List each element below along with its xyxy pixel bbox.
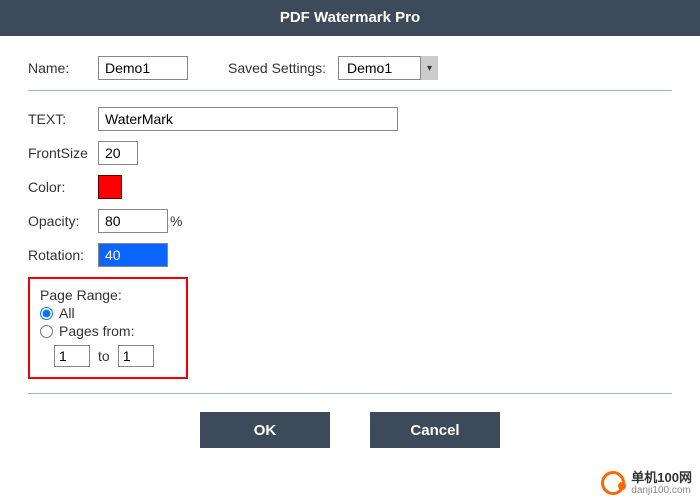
title-bar: PDF Watermark Pro	[0, 0, 700, 36]
rotation-input[interactable]	[98, 243, 168, 267]
dialog-content: Name: Saved Settings: ▾ TEXT: FrontSize …	[0, 36, 700, 448]
rotation-label: Rotation:	[28, 247, 98, 263]
page-to-label: to	[98, 348, 110, 364]
name-label: Name:	[28, 60, 98, 76]
separator	[28, 90, 672, 91]
opacity-input[interactable]	[98, 209, 168, 233]
radio-all[interactable]	[40, 307, 53, 320]
radio-pages-from-row[interactable]: Pages from:	[40, 323, 176, 339]
watermark-cn: 单机100网	[631, 471, 692, 485]
color-label: Color:	[28, 179, 98, 195]
page-range-group: Page Range: All Pages from: to	[28, 277, 188, 379]
watermark-en: danji100.com	[631, 485, 692, 496]
app-title: PDF Watermark Pro	[280, 9, 420, 26]
radio-all-label: All	[59, 305, 75, 321]
saved-settings-select[interactable]	[338, 56, 438, 80]
opacity-label: Opacity:	[28, 213, 98, 229]
cancel-button[interactable]: Cancel	[370, 412, 500, 448]
radio-pages-from[interactable]	[40, 325, 53, 338]
radio-pages-from-label: Pages from:	[59, 323, 134, 339]
frontsize-label: FrontSize	[28, 145, 98, 161]
separator-bottom	[28, 393, 672, 394]
page-range-label: Page Range:	[40, 287, 176, 303]
opacity-unit: %	[170, 213, 182, 229]
page-to-input[interactable]	[118, 345, 154, 367]
name-input[interactable]	[98, 56, 188, 80]
page-from-input[interactable]	[54, 345, 90, 367]
watermark-text-input[interactable]	[98, 107, 398, 131]
frontsize-input[interactable]	[98, 141, 138, 165]
color-swatch[interactable]	[98, 175, 122, 199]
source-watermark: 单机100网 danji100.com	[601, 471, 692, 496]
radio-all-row[interactable]: All	[40, 305, 176, 321]
saved-settings-label: Saved Settings:	[228, 60, 338, 76]
logo-icon	[601, 471, 625, 495]
ok-button[interactable]: OK	[200, 412, 330, 448]
text-label: TEXT:	[28, 111, 98, 127]
